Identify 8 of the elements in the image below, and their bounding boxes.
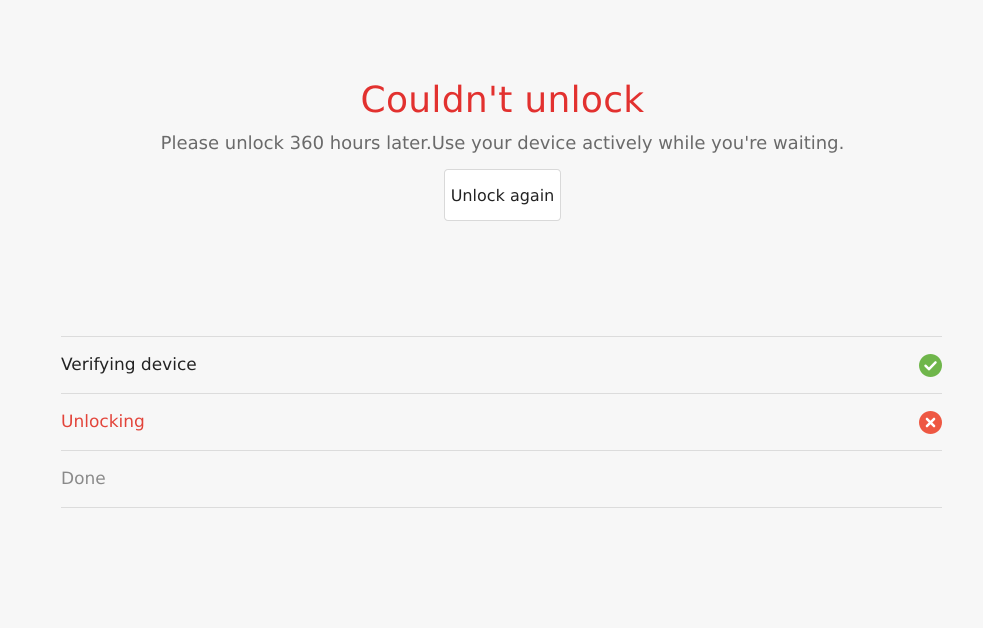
- error-message: Please unlock 360 hours later.Use your device actively while you're waiting.: [160, 132, 844, 156]
- error-icon: [919, 410, 942, 434]
- step-label: Verifying device: [61, 355, 197, 375]
- step-label: Unlocking: [61, 412, 145, 432]
- error-title: Couldn't unlock: [360, 79, 644, 123]
- step-label: Done: [61, 469, 106, 489]
- check-icon: [919, 354, 942, 376]
- unlock-again-button[interactable]: Unlock again: [444, 169, 562, 221]
